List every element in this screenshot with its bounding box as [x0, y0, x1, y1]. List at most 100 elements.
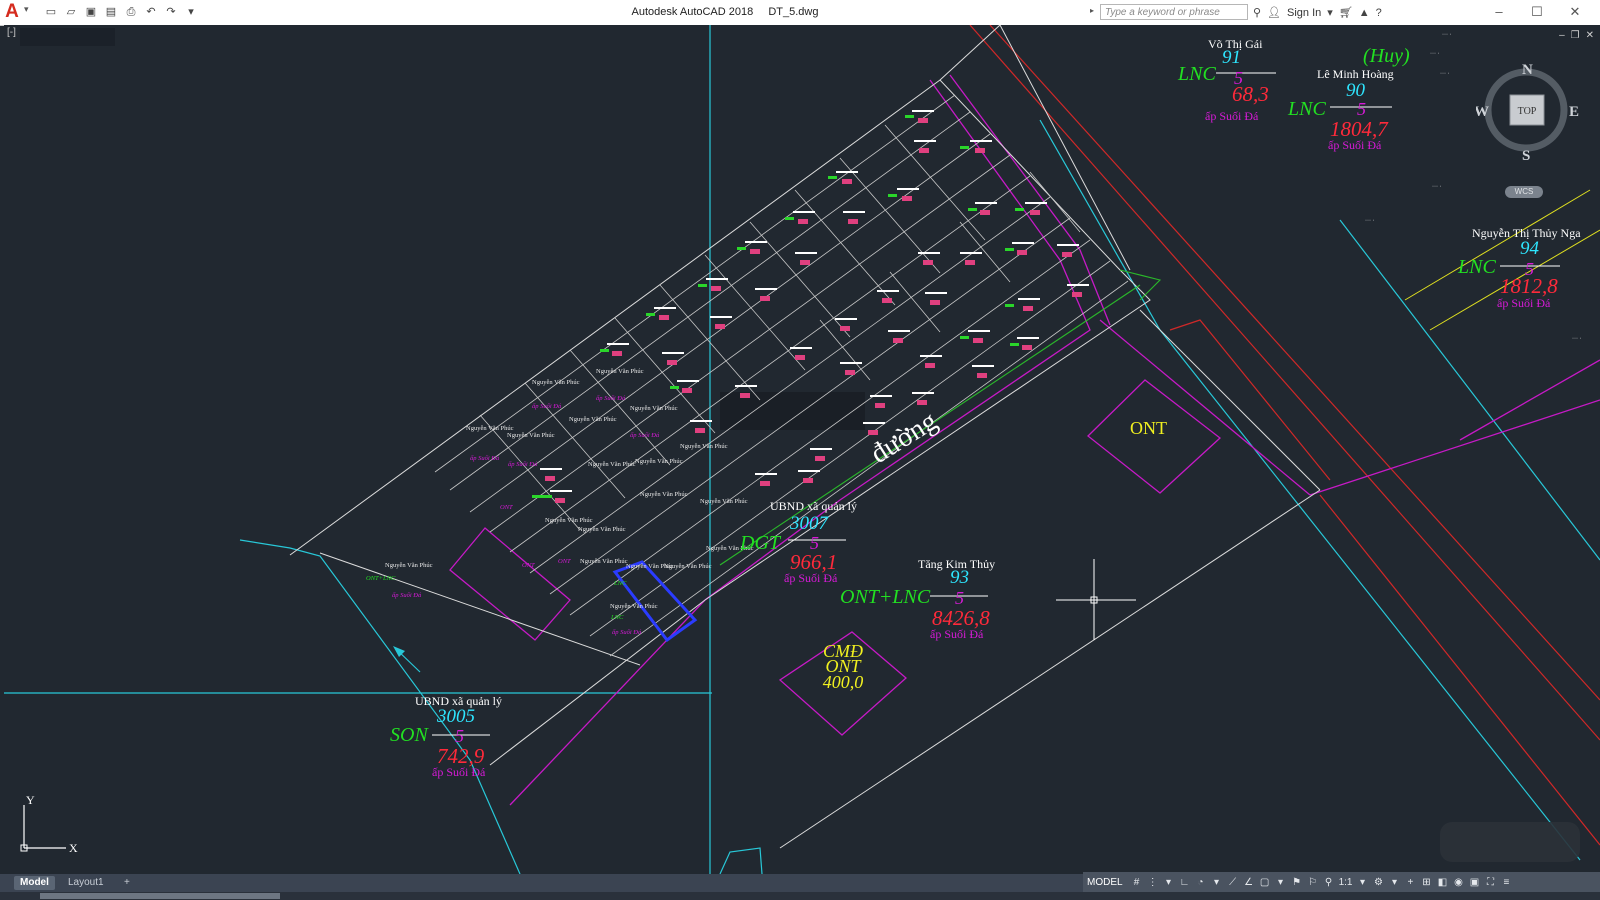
svg-text:Nguyễn Văn Phúc: Nguyễn Văn Phúc [545, 517, 593, 524]
svg-text:··· ·: ··· · [1442, 32, 1452, 38]
annotation-visibility-icon[interactable]: ⚑ [1291, 877, 1303, 888]
parcel-le-minh-hoang[interactable]: (Huy) Lê Minh Hoàng LNC 90 5 1804,7 ấp S… [1287, 45, 1410, 152]
model-space-button[interactable]: MODEL [1087, 877, 1127, 888]
search-expand-icon[interactable]: ▸ [1090, 6, 1094, 15]
svg-text:68,3: 68,3 [1232, 82, 1269, 106]
ortho-icon[interactable]: ∟ [1179, 877, 1191, 888]
object-snap-tracking-icon[interactable]: ∠ [1243, 877, 1255, 888]
file-name: DT_5.dwg [768, 6, 819, 18]
svg-text:ấp Suối Đá: ấp Suối Đá [930, 627, 984, 641]
svg-text:3007: 3007 [789, 513, 830, 534]
quick-properties-icon[interactable]: ◧ [1436, 877, 1448, 888]
binoculars-icon[interactable]: ⚲ [1253, 6, 1261, 19]
annotation-scale-icon[interactable]: ⚲ [1323, 877, 1335, 888]
annotation-scale-value[interactable]: 1:1 [1339, 877, 1353, 888]
svg-text:LNC: LNC [1177, 63, 1216, 85]
svg-text:X: X [69, 841, 78, 855]
dropdown-icon[interactable]: ▾ [1163, 877, 1175, 888]
clean-screen-icon[interactable]: ⛶ [1484, 877, 1496, 888]
lot-markers [532, 110, 1089, 503]
svg-text:Nguyễn Văn Phúc: Nguyễn Văn Phúc [507, 432, 555, 439]
svg-text:SON: SON [390, 724, 429, 746]
parcel-ubnd-dgt[interactable]: UBND xã quản lý DGT 3007 5 966,1 ấp Suối… [739, 499, 857, 585]
plus-icon[interactable]: + [1404, 877, 1416, 888]
viewport-controls-menu[interactable]: [-] [7, 27, 16, 38]
drawing-canvas[interactable]: Nguyễn Văn Phúc Nguyễn Văn Phúc Nguyễn V… [4, 25, 1600, 874]
add-layout-button[interactable]: + [118, 876, 136, 890]
user-icon[interactable]: 👤︎ [1267, 6, 1281, 19]
dropdown-icon[interactable]: ▾ [1356, 877, 1368, 888]
close-icon[interactable]: ✕ [1556, 0, 1594, 25]
cart-icon[interactable]: 🛒︎ [1339, 6, 1353, 19]
parcel-nguyen-thi-thuy-nga[interactable]: Nguyễn Thị Thủy Nga LNC 94 5 1812,8 ấp S… [1457, 226, 1581, 310]
autodesk-a360-icon[interactable]: ▲ [1359, 7, 1370, 19]
parcel-tang-kim-thuy[interactable]: Tăng Kim Thủy ONT+LNC 93 5 8426,8 ấp Suố… [840, 557, 995, 641]
small-owner-labels: Nguyễn Văn Phúc Nguyễn Văn Phúc Nguyễn V… [385, 368, 754, 610]
parcel-vo-thi-gai[interactable]: Võ Thị Gái LNC 91 5 68,3 ấp Suối Đá [1177, 37, 1276, 123]
svg-text:Nguyễn Văn Phúc: Nguyễn Văn Phúc [532, 379, 580, 386]
road-label: đường [865, 406, 942, 470]
maximize-icon[interactable]: ☐ [1518, 0, 1556, 25]
dropdown-icon[interactable]: ▾ [1388, 877, 1400, 888]
svg-text:5: 5 [455, 726, 464, 746]
svg-text:(Huy): (Huy) [1363, 45, 1410, 67]
svg-text:ấp Suối Đá: ấp Suối Đá [612, 629, 642, 636]
scroll-thumb[interactable] [40, 893, 280, 899]
vp-restore-icon[interactable]: ❐ [1571, 30, 1580, 41]
svg-text:Nguyễn Văn Phúc: Nguyễn Văn Phúc [580, 558, 628, 565]
vp-close-icon[interactable]: ✕ [1586, 30, 1594, 41]
svg-text:Nguyễn Văn Phúc: Nguyễn Văn Phúc [569, 416, 617, 423]
svg-text:Nguyễn Văn Phúc: Nguyễn Văn Phúc [578, 526, 626, 533]
tab-layout1[interactable]: Layout1 [62, 876, 110, 890]
viewcube[interactable]: TOP N S E W [1476, 58, 1586, 168]
status-bar: MODEL # ⋮ ▾ ∟ ◔ ▾ ⟋ ∠ ▢ ▾ ⚑ ⚐ ⚲ 1:1 ▾ ⚙ … [1083, 872, 1600, 892]
compass-e[interactable]: E [1569, 104, 1579, 120]
units-icon[interactable]: ⊞ [1420, 877, 1432, 888]
drawing-viewport[interactable]: Nguyễn Văn Phúc Nguyễn Văn Phúc Nguyễn V… [4, 25, 1600, 874]
hardware-acceleration-icon[interactable]: ◉ [1452, 877, 1464, 888]
dropdown-icon[interactable]: ▾ [1275, 877, 1287, 888]
help-icon[interactable]: ? [1376, 7, 1382, 19]
grid-icon[interactable]: # [1131, 877, 1143, 888]
minimize-icon[interactable]: – [1480, 0, 1518, 25]
auto-scale-icon[interactable]: ⚐ [1307, 877, 1319, 888]
svg-text:ấp Suối Đá: ấp Suối Đá [596, 395, 626, 402]
dropdown-icon[interactable]: ▾ [1211, 877, 1223, 888]
svg-text:ấp Suối Đá: ấp Suối Đá [1328, 138, 1382, 152]
cmd-box-labels: CMĐ ONT 400,0 [823, 641, 864, 692]
customize-icon[interactable]: ≡ [1500, 877, 1512, 888]
tab-model[interactable]: Model [14, 876, 55, 890]
wcs-menu[interactable]: WCS [1505, 186, 1543, 198]
isodraft-icon[interactable]: ⟋ [1227, 877, 1239, 888]
gear-icon[interactable]: ⚙ [1372, 877, 1384, 888]
vp-minimize-icon[interactable]: – [1559, 30, 1565, 41]
compass-w[interactable]: W [1476, 104, 1489, 120]
compass-s[interactable]: S [1522, 148, 1530, 164]
svg-text:ấp Suối Đá: ấp Suối Đá [532, 403, 562, 410]
svg-text:1812,8: 1812,8 [1500, 274, 1558, 298]
parcel-ubnd-son[interactable]: UBND xã quản lý SON 3005 5 742,9 ấp Suối… [390, 694, 502, 779]
svg-text:ONT: ONT [522, 562, 535, 569]
svg-text:Nguyễn Văn Phúc: Nguyễn Văn Phúc [588, 461, 636, 468]
svg-text:UBND xã quản lý: UBND xã quản lý [770, 499, 857, 513]
svg-text:LNC: LNC [610, 614, 624, 621]
sign-in-link[interactable]: Sign In [1287, 7, 1321, 19]
svg-text:ấp Suối Đá: ấp Suối Đá [392, 592, 422, 599]
svg-text:DGT: DGT [739, 532, 782, 554]
compass-n[interactable]: N [1522, 62, 1533, 78]
svg-text:··· ·: ··· · [1432, 184, 1442, 190]
polar-icon[interactable]: ◔ [1195, 877, 1207, 888]
svg-text:Nguyễn Văn Phúc: Nguyễn Văn Phúc [596, 368, 644, 375]
signin-dropdown-icon[interactable]: ▾ [1327, 6, 1333, 19]
svg-text:Nguyễn Văn Phúc: Nguyễn Văn Phúc [385, 562, 433, 569]
horizontal-scrollbar[interactable] [0, 892, 1600, 900]
svg-text:··· ·: ··· · [1430, 51, 1440, 57]
snap-icon[interactable]: ⋮ [1147, 877, 1159, 888]
object-snap-icon[interactable]: ▢ [1259, 877, 1271, 888]
search-input[interactable]: Type a keyword or phrase [1100, 4, 1248, 20]
ucs-icon: Y X [20, 793, 78, 855]
isolate-objects-icon[interactable]: ▣ [1468, 877, 1480, 888]
viewport-window-controls: – ❐ ✕ [1559, 30, 1594, 41]
svg-text:Nguyễn Văn Phúc: Nguyễn Văn Phúc [466, 425, 514, 432]
svg-text:Nguyễn Văn Phúc: Nguyễn Văn Phúc [664, 563, 712, 570]
